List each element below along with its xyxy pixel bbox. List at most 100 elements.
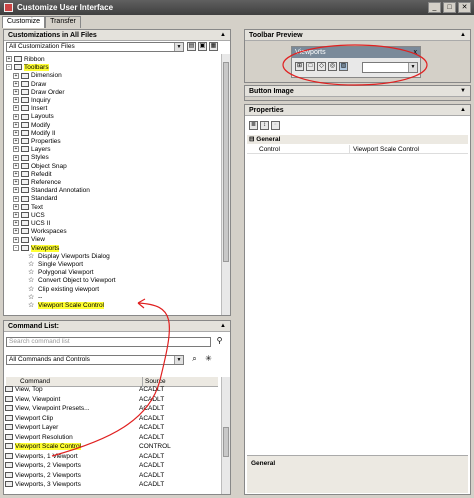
expand-arrow-icon[interactable]: ▼ [460, 86, 466, 97]
chevron-down-icon[interactable]: ▼ [174, 43, 183, 51]
table-row[interactable]: Viewport Layer ACADLT [5, 424, 217, 432]
toolbar-icon [21, 121, 29, 128]
property-category-label: General [256, 136, 281, 143]
new-command-icon[interactable]: ✳ [204, 355, 213, 364]
collapse-icon[interactable]: - [6, 64, 12, 71]
chevron-down-icon[interactable]: ▼ [408, 63, 417, 72]
tree-item-label: Refedit [31, 170, 52, 178]
expand-icon[interactable]: + [13, 154, 19, 161]
single-viewport-icon[interactable]: □ [306, 62, 315, 71]
collapse-arrow-icon[interactable]: ▲ [460, 105, 466, 116]
tree-item-label: Properties [31, 138, 61, 145]
categorized-icon[interactable]: ≣ [249, 121, 258, 130]
tree-item[interactable]: ☆ Viewport Scale Control [20, 301, 104, 310]
expand-icon[interactable]: + [13, 97, 19, 104]
preview-toolbar: Viewports x ⊞ □ ◇ ◎ ▨ ▼ [291, 46, 421, 78]
table-row[interactable]: Viewports, 2 Viewports ACADLT [5, 462, 217, 470]
command-list-scrollbar[interactable] [221, 377, 230, 494]
find-icon[interactable]: ⌕ [190, 355, 199, 364]
command-source: ACADLT [139, 405, 165, 412]
expand-icon[interactable]: + [13, 187, 19, 194]
table-row[interactable]: Viewport Resolution ACADLT [5, 434, 217, 442]
expand-icon[interactable]: + [13, 203, 19, 210]
preview-toolbar-titlebar: Viewports x [292, 47, 420, 58]
toolbar-icon [21, 179, 29, 186]
toolbar-icon [21, 80, 29, 87]
property-value[interactable]: Viewport Scale Control [349, 145, 419, 154]
expand-icon[interactable]: + [13, 105, 19, 112]
collapse-icon[interactable]: - [13, 244, 19, 251]
command-source: ACADLT [139, 395, 165, 403]
search-icon[interactable]: ⚲ [215, 337, 224, 346]
toolbar-icon [21, 228, 29, 235]
app-icon [4, 3, 13, 12]
load-icon[interactable]: ▦ [209, 42, 218, 51]
command-source: CONTROL [139, 443, 171, 450]
property-pages-icon[interactable]: ▫ [271, 121, 280, 130]
command-source: ACADLT [139, 424, 165, 431]
table-row[interactable]: Viewports, 1 Viewport ACADLT [5, 453, 217, 461]
tree-item-label: Single Viewport [38, 261, 84, 269]
property-row[interactable]: Control Viewport Scale Control [247, 145, 468, 154]
convert-object-icon[interactable]: ◎ [328, 62, 337, 71]
command-scroll-thumb[interactable] [223, 427, 229, 457]
expand-icon[interactable]: + [13, 212, 19, 219]
collapse-arrow-icon[interactable]: ▲ [220, 321, 226, 332]
customization-file-select[interactable]: All Customization Files ▼ [6, 42, 184, 52]
expand-icon[interactable]: + [13, 138, 19, 145]
expand-icon[interactable]: + [13, 121, 19, 128]
toolbar-icon [21, 203, 29, 210]
expand-icon[interactable]: + [13, 179, 19, 186]
expand-icon[interactable]: + [13, 162, 19, 169]
maximize-button[interactable]: □ [443, 2, 456, 13]
property-category[interactable]: ⊟ General [247, 135, 468, 144]
expand-icon[interactable]: + [13, 171, 19, 178]
tab-transfer[interactable]: Transfer [45, 16, 81, 28]
table-row[interactable]: View, Top ACADLT [5, 386, 217, 394]
search-input[interactable]: Search command list [6, 337, 211, 347]
close-icon[interactable]: x [414, 47, 418, 58]
command-filter-select[interactable]: All Commands and Controls ▼ [6, 355, 184, 365]
polygonal-viewport-icon[interactable]: ◇ [317, 62, 326, 71]
collapse-arrow-icon[interactable]: ▲ [220, 30, 226, 41]
table-row[interactable]: View, Viewpoint ACADLT [5, 396, 217, 404]
expand-icon[interactable]: + [13, 146, 19, 153]
tree-scroll-thumb[interactable] [223, 62, 229, 262]
property-description: General [247, 455, 468, 493]
close-button[interactable]: ✕ [458, 2, 471, 13]
expand-icon[interactable]: + [13, 236, 19, 243]
expand-icon[interactable]: + [13, 89, 19, 96]
open-file-icon[interactable]: ▤ [187, 42, 196, 51]
collapse-arrow-icon[interactable]: ▲ [460, 30, 466, 41]
expand-icon[interactable]: + [13, 195, 19, 202]
command-name: Viewports, 2 Viewports [15, 462, 81, 469]
minimize-button[interactable]: _ [428, 2, 441, 13]
sort-alpha-icon[interactable]: ↕ [260, 121, 269, 130]
command-source: ACADLT [139, 462, 165, 469]
viewport-scale-select[interactable]: ▼ [362, 62, 418, 73]
chevron-down-icon[interactable]: ▼ [174, 356, 183, 364]
properties-title: Properties [249, 107, 284, 114]
table-row[interactable]: Viewport Clip ACADLT [5, 415, 217, 423]
viewports-dialog-icon[interactable]: ⊞ [295, 62, 304, 71]
save-icon[interactable]: ▣ [198, 42, 207, 51]
expand-icon[interactable]: + [13, 80, 19, 87]
expand-icon[interactable]: + [13, 72, 19, 79]
table-row[interactable]: View, Viewpoint Presets... ACADLT [5, 405, 217, 413]
tree-item-label: Layers [31, 146, 51, 154]
expand-icon[interactable]: + [13, 130, 19, 137]
table-row[interactable]: Viewports, 2 Viewports ACADLT [5, 472, 217, 480]
expand-icon[interactable]: + [6, 56, 12, 63]
command-name: Viewport Scale Control [15, 443, 81, 450]
table-row[interactable]: Viewports, 3 Viewports ACADLT [5, 481, 217, 489]
expand-icon[interactable]: + [13, 220, 19, 227]
clip-viewport-icon[interactable]: ▨ [339, 62, 348, 71]
expand-icon[interactable]: + [13, 113, 19, 120]
collapse-icon[interactable]: ⊟ [249, 136, 254, 143]
table-row[interactable]: Viewport Scale Control CONTROL [5, 443, 217, 451]
expand-icon[interactable]: + [13, 228, 19, 235]
tab-customize[interactable]: Customize [2, 16, 46, 28]
command-source: ACADLT [139, 471, 165, 479]
tree-item-label: Draw [31, 80, 47, 88]
tree-scrollbar[interactable] [221, 54, 230, 315]
